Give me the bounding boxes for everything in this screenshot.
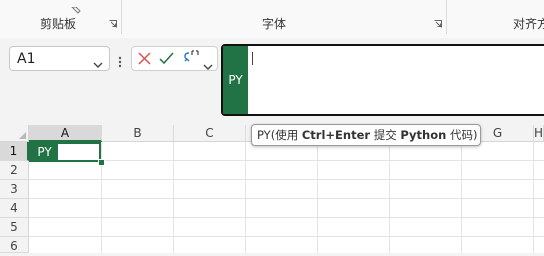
more-options-icon[interactable] bbox=[118, 53, 122, 72]
alignment-group-label: 对齐方 bbox=[513, 17, 544, 31]
name-box-value: A1 bbox=[17, 51, 36, 67]
name-box[interactable]: A1 bbox=[9, 46, 110, 71]
column-header-h[interactable]: H bbox=[534, 125, 544, 142]
formula-bar: A1 PY bbox=[0, 38, 544, 121]
tooltip-suffix: 代码) bbox=[446, 128, 478, 142]
clipboard-group-label: 剪贴板 bbox=[40, 17, 77, 31]
python-tooltip: PY(使用 Ctrl+Enter 提交 Python 代码) bbox=[251, 124, 481, 146]
chevron-down-icon[interactable] bbox=[93, 54, 103, 73]
row-header-1[interactable]: 1 bbox=[0, 142, 29, 161]
python-mode-badge[interactable]: PY bbox=[223, 46, 248, 114]
select-all-button[interactable] bbox=[0, 125, 29, 142]
formula-action-group bbox=[131, 46, 218, 71]
text-caret bbox=[252, 52, 253, 65]
gridline bbox=[29, 236, 544, 237]
column-header-a[interactable]: A bbox=[29, 125, 102, 142]
tooltip-language: Python bbox=[400, 128, 447, 142]
gridline bbox=[29, 160, 544, 161]
row-header-6[interactable]: 6 bbox=[0, 237, 29, 253]
tooltip-middle: 提交 bbox=[370, 128, 401, 142]
row-header-3[interactable]: 3 bbox=[0, 180, 29, 199]
font-group-label: 字体 bbox=[262, 17, 287, 31]
clipboard-launcher-icon[interactable] bbox=[109, 20, 117, 28]
ribbon-separator bbox=[446, 0, 447, 34]
gridline bbox=[29, 198, 544, 199]
row-header-4[interactable]: 4 bbox=[0, 199, 29, 218]
cancel-icon[interactable] bbox=[137, 51, 152, 70]
gridline bbox=[29, 179, 544, 180]
tooltip-prefix: PY(使用 bbox=[257, 128, 302, 142]
python-insert-icon[interactable] bbox=[180, 49, 200, 71]
gridline bbox=[29, 217, 544, 218]
tooltip-shortcut: Ctrl+Enter bbox=[301, 128, 371, 142]
column-header-b[interactable]: B bbox=[102, 125, 174, 142]
ribbon-separator bbox=[121, 0, 122, 34]
fill-handle[interactable] bbox=[98, 159, 105, 166]
column-header-c[interactable]: C bbox=[174, 125, 246, 142]
ribbon: 剪贴板 字体 对齐方 bbox=[0, 0, 544, 39]
font-launcher-icon[interactable] bbox=[434, 20, 442, 28]
enter-check-icon[interactable] bbox=[159, 51, 174, 70]
row-header-5[interactable]: 5 bbox=[0, 218, 29, 237]
formula-input[interactable]: PY bbox=[221, 44, 544, 116]
chevron-down-icon[interactable] bbox=[203, 56, 213, 75]
row-header-2[interactable]: 2 bbox=[0, 161, 29, 180]
active-cell-a1[interactable]: PY bbox=[29, 142, 101, 162]
python-cell-badge: PY bbox=[31, 144, 58, 160]
